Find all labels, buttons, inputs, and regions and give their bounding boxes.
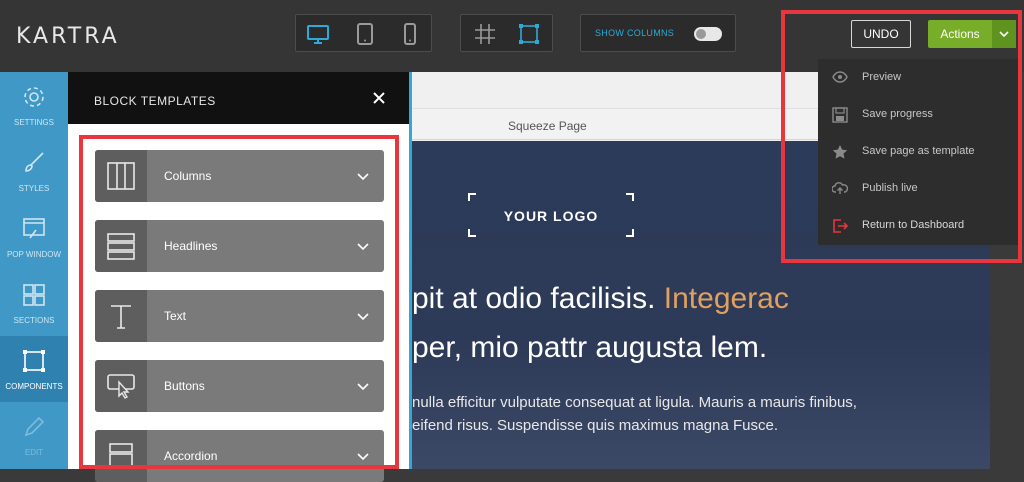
logo-placeholder-text: YOUR LOGO bbox=[503, 208, 599, 224]
highlight-block-templates bbox=[79, 135, 399, 469]
pencil-icon bbox=[24, 416, 45, 437]
close-icon[interactable] bbox=[372, 89, 386, 110]
sidebar-label: SETTINGS bbox=[13, 118, 54, 127]
tablet-icon[interactable] bbox=[353, 22, 377, 46]
sidebar-item-edit[interactable]: EDIT bbox=[0, 402, 68, 468]
body-text-line-2[interactable]: eifend risus. Suspendisse quis maximus m… bbox=[412, 417, 778, 434]
sidebar-label: COMPONENTS bbox=[5, 382, 63, 391]
select-frame-icon[interactable] bbox=[517, 22, 541, 46]
popup-icon bbox=[23, 218, 45, 239]
components-icon bbox=[23, 350, 45, 372]
headline-accent: Integerac bbox=[663, 282, 789, 315]
sidebar-item-styles[interactable]: STYLES bbox=[0, 138, 68, 204]
sidebar-label: SECTIONS bbox=[13, 316, 55, 325]
sidebar-item-sections[interactable]: SECTIONS bbox=[0, 270, 68, 336]
brush-icon bbox=[25, 152, 44, 172]
desktop-icon[interactable] bbox=[306, 22, 330, 46]
panel-title: BLOCK TEMPLATES bbox=[94, 94, 216, 108]
grid-tools bbox=[460, 14, 553, 52]
sidebar-label: POP WINDOW bbox=[6, 250, 62, 259]
panel-header: BLOCK TEMPLATES bbox=[68, 72, 409, 124]
grid-icon[interactable] bbox=[473, 22, 497, 46]
gear-icon bbox=[24, 87, 44, 107]
show-columns-toggle[interactable] bbox=[694, 27, 722, 41]
page-name[interactable]: Squeeze Page bbox=[508, 119, 587, 133]
left-sidebar: SETTINGS STYLES POP WINDOW SECTIONS COMP… bbox=[0, 72, 68, 469]
sidebar-item-pop-window[interactable]: POP WINDOW bbox=[0, 204, 68, 270]
logo-placeholder[interactable]: YOUR LOGO bbox=[468, 193, 634, 237]
sidebar-label: STYLES bbox=[18, 184, 50, 193]
app-logo[interactable]: KARTRA bbox=[16, 24, 120, 49]
show-columns-control: SHOW COLUMNS bbox=[580, 14, 736, 52]
headline-line-2[interactable]: per, mio pattr augusta lem. bbox=[412, 331, 767, 365]
headline-line-1[interactable]: pit at odio facilisis. Integerac bbox=[412, 282, 789, 316]
show-columns-label: SHOW COLUMNS bbox=[595, 28, 675, 38]
body-text-line-1[interactable]: nulla efficitur vulputate consequat at l… bbox=[412, 394, 857, 411]
device-switcher bbox=[295, 14, 432, 52]
sidebar-item-settings[interactable]: SETTINGS bbox=[0, 72, 68, 138]
sections-icon bbox=[23, 284, 45, 306]
highlight-actions-area bbox=[781, 10, 1022, 263]
sidebar-item-components[interactable]: COMPONENTS bbox=[0, 336, 68, 402]
mobile-icon[interactable] bbox=[398, 22, 422, 46]
sidebar-label: EDIT bbox=[24, 448, 44, 457]
